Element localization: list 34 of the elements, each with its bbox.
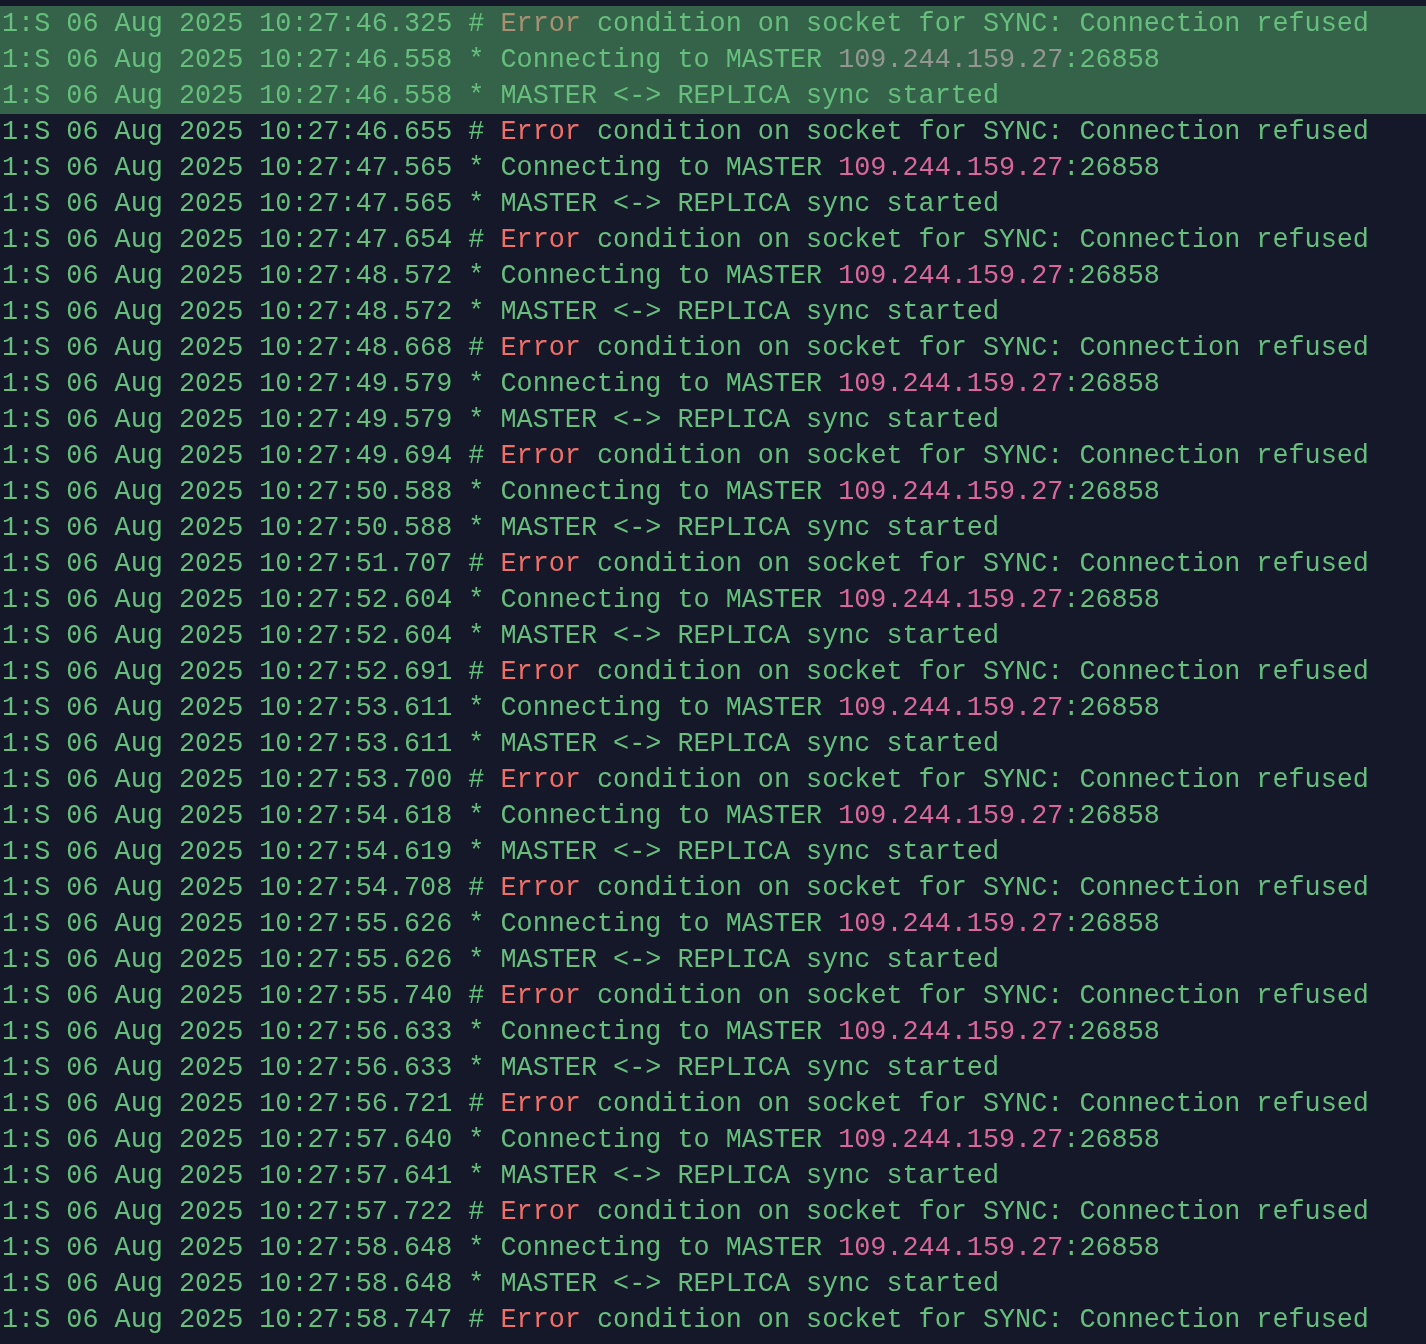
log-line: 1:S 06 Aug 2025 10:27:58.648 * Connecting to MASTER 109.244.159.27:26858 [1,1232,1161,1265]
log-line: 1:S 06 Aug 2025 10:27:47.654 # Error condition on socket for SYNC: Connection refused [1,224,1370,257]
log-line: 1:S 06 Aug 2025 10:27:53.700 # Error condition on socket for SYNC: Connection refused [1,764,1370,797]
log-line: 1:S 06 Aug 2025 10:27:53.611 * MASTER <-> REPLICA sync started [1,728,1000,761]
log-line: 1:S 06 Aug 2025 10:27:57.641 * MASTER <-> REPLICA sync started [1,1160,1000,1193]
log-line: 1:S 06 Aug 2025 10:27:52.604 * MASTER <-> REPLICA sync started [1,620,1000,653]
log-line: 1:S 06 Aug 2025 10:27:49.579 * MASTER <-> REPLICA sync started [1,404,1000,437]
log-line: 1:S 06 Aug 2025 10:27:57.640 * Connecting to MASTER 109.244.159.27:26858 [1,1124,1161,1157]
log-line: 1:S 06 Aug 2025 10:27:49.694 # Error condition on socket for SYNC: Connection refused [1,440,1370,473]
log-line: 1:S 06 Aug 2025 10:27:48.572 * Connecting to MASTER 109.244.159.27:26858 [1,260,1161,293]
log-line: 1:S 06 Aug 2025 10:27:56.633 * Connecting to MASTER 109.244.159.27:26858 [1,1016,1161,1049]
log-line: 1:S 06 Aug 2025 10:27:55.626 * MASTER <-> REPLICA sync started [1,944,1000,977]
log-line: 1:S 06 Aug 2025 10:27:54.619 * MASTER <-> REPLICA sync started [1,836,1000,869]
log-line: 1:S 06 Aug 2025 10:27:51.707 # Error condition on socket for SYNC: Connection refused [1,548,1370,581]
log-line: 1:S 06 Aug 2025 10:27:48.668 # Error condition on socket for SYNC: Connection refused [1,332,1370,365]
log-line: 1:S 06 Aug 2025 10:27:47.565 * Connecting to MASTER 109.244.159.27:26858 [1,152,1161,185]
log-line: 1:S 06 Aug 2025 10:27:58.747 # Error condition on socket for SYNC: Connection refused [1,1304,1370,1337]
log-line: 1:S 06 Aug 2025 10:27:56.633 * MASTER <-> REPLICA sync started [1,1052,1000,1085]
log-line: 1:S 06 Aug 2025 10:27:55.740 # Error condition on socket for SYNC: Connection refused [1,980,1370,1013]
log-line: 1:S 06 Aug 2025 10:27:56.721 # Error condition on socket for SYNC: Connection refused [1,1088,1370,1121]
log-line: 1:S 06 Aug 2025 10:27:54.618 * Connecting to MASTER 109.244.159.27:26858 [1,800,1161,833]
log-line: 1:S 06 Aug 2025 10:27:54.708 # Error condition on socket for SYNC: Connection refused [1,872,1370,905]
log-line: 1:S 06 Aug 2025 10:27:46.655 # Error condition on socket for SYNC: Connection refused [1,116,1370,149]
log-line: 1:S 06 Aug 2025 10:27:55.626 * Connecting to MASTER 109.244.159.27:26858 [1,908,1161,941]
log-line: 1:S 06 Aug 2025 10:27:47.565 * MASTER <-> REPLICA sync started [1,188,1000,221]
log-line: 1:S 06 Aug 2025 10:27:49.579 * Connecting to MASTER 109.244.159.27:26858 [1,368,1161,401]
log-line: 1:S 06 Aug 2025 10:27:52.691 # Error condition on socket for SYNC: Connection refused [1,656,1370,689]
log-line: 1:S 06 Aug 2025 10:27:53.611 * Connecting to MASTER 109.244.159.27:26858 [1,692,1161,725]
log-line: 1:S 06 Aug 2025 10:27:52.604 * Connecting to MASTER 109.244.159.27:26858 [1,584,1161,617]
log-line: 1:S 06 Aug 2025 10:27:57.722 # Error condition on socket for SYNC: Connection refused [1,1196,1370,1229]
log-line: 1:S 06 Aug 2025 10:27:50.588 * Connecting to MASTER 109.244.159.27:26858 [1,476,1161,509]
log-line: 1:S 06 Aug 2025 10:27:50.588 * MASTER <-> REPLICA sync started [1,512,1000,545]
log-line: 1:S 06 Aug 2025 10:27:58.648 * MASTER <-> REPLICA sync started [1,1268,1000,1301]
log-line: 1:S 06 Aug 2025 10:27:48.572 * MASTER <-> REPLICA sync started [1,296,1000,329]
